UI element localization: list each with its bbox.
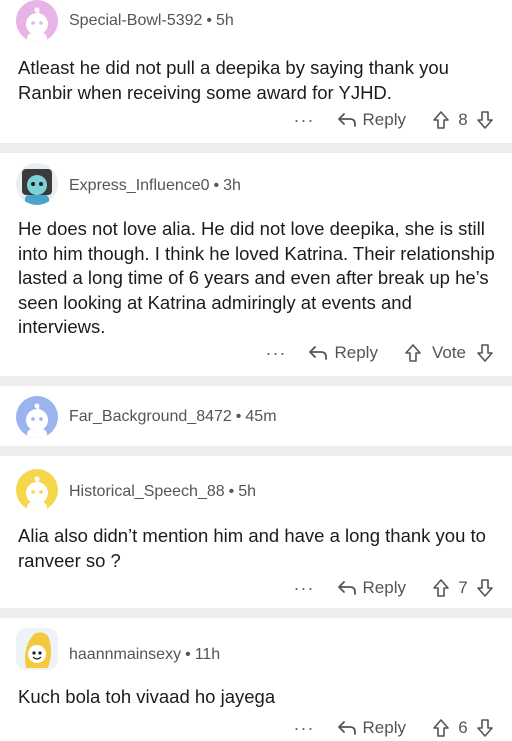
comment-actions: ··· Reply 6 xyxy=(294,715,494,741)
vote-controls: 8 xyxy=(432,110,494,130)
timestamp: 5h xyxy=(238,483,257,500)
downvote-icon[interactable] xyxy=(476,110,494,130)
comment-actions: ··· Reply 8 xyxy=(294,107,494,133)
comment-separator xyxy=(0,608,512,618)
username[interactable]: Historical_Speech_88 xyxy=(69,483,225,500)
vote-controls: 6 xyxy=(432,718,494,738)
timestamp: 5h xyxy=(216,12,234,29)
vote-count: 7 xyxy=(458,578,468,597)
comment-actions: ··· Reply Vote xyxy=(266,340,495,366)
vote-label: Vote xyxy=(431,343,466,362)
downvote-icon[interactable] xyxy=(476,718,494,738)
reply-label: Reply xyxy=(362,718,406,737)
upvote-icon[interactable] xyxy=(432,718,450,738)
comment: Express_Influence0 • 3h He does not love a… xyxy=(0,153,512,376)
reply-button[interactable]: Reply xyxy=(337,718,406,738)
reply-label: Reply xyxy=(362,578,406,597)
comment-separator xyxy=(0,143,512,153)
comment-body: Atleast he did not pull a deepika by say… xyxy=(18,57,449,103)
vote-count: 8 xyxy=(458,110,468,129)
comment-meta: Express_Influence0 • 3h xyxy=(69,177,241,194)
snoo-icon xyxy=(26,403,48,438)
vote-controls: Vote xyxy=(404,343,494,363)
avatar[interactable] xyxy=(16,0,58,42)
reply-icon xyxy=(337,581,356,595)
custom-snoo-icon xyxy=(22,169,52,205)
reply-label: Reply xyxy=(362,110,406,129)
comment: Special-Bowl-5392 • 5h Atleast he did not … xyxy=(0,0,512,143)
banana-snoo-icon xyxy=(25,632,51,668)
username[interactable]: Express_Influence0 xyxy=(69,177,210,194)
timestamp: 45m xyxy=(245,408,277,425)
username[interactable]: Special-Bowl-5392 xyxy=(69,12,202,29)
comment: haannmainsexy • 11h Kuch bola toh vivaad h… xyxy=(0,618,512,741)
upvote-icon[interactable] xyxy=(432,578,450,598)
more-options-icon[interactable]: ··· xyxy=(294,110,315,131)
reply-icon xyxy=(337,721,356,735)
comment-meta: haannmainsexy • 11h xyxy=(69,646,221,663)
more-options-icon[interactable]: ··· xyxy=(294,578,315,599)
reply-icon xyxy=(309,346,328,360)
downvote-icon[interactable] xyxy=(476,343,494,363)
comment-body: Alia also didn’t mention him and have a … xyxy=(18,525,486,571)
reply-icon xyxy=(337,113,356,127)
reply-label: Reply xyxy=(334,343,378,362)
avatar[interactable] xyxy=(16,396,58,438)
username[interactable]: haannmainsexy xyxy=(69,646,181,663)
vote-count: 6 xyxy=(458,718,468,737)
snoo-icon xyxy=(26,476,48,511)
more-options-icon[interactable]: ··· xyxy=(266,343,287,364)
timestamp: 11h xyxy=(194,646,221,663)
comment-meta: Special-Bowl-5392 • 5h xyxy=(69,12,234,29)
avatar[interactable] xyxy=(16,469,58,511)
avatar[interactable] xyxy=(16,628,58,670)
upvote-icon[interactable] xyxy=(432,110,450,130)
username[interactable]: Far_Background_8472 xyxy=(69,408,232,425)
comment: Historical_Speech_88 • 5h Alia also didn’t… xyxy=(0,456,512,608)
avatar[interactable] xyxy=(16,163,58,205)
reply-button[interactable]: Reply xyxy=(337,110,406,130)
collapsed-comment[interactable]: Far_Background_8472 • 45m xyxy=(0,386,512,446)
comment-body: Kuch bola toh vivaad ho jayega xyxy=(18,686,276,707)
comment-meta: Historical_Speech_88 • 5h xyxy=(69,483,257,500)
comment-actions: ··· Reply 7 xyxy=(294,575,494,601)
comment-separator xyxy=(0,446,512,456)
downvote-icon[interactable] xyxy=(476,578,494,598)
vote-controls: 7 xyxy=(432,578,494,598)
snoo-icon xyxy=(26,7,48,42)
more-options-icon[interactable]: ··· xyxy=(294,718,315,739)
reply-button[interactable]: Reply xyxy=(308,343,378,363)
comment-body: He does not love alia. He did not love d… xyxy=(18,218,495,337)
timestamp: 3h xyxy=(223,177,241,194)
upvote-icon[interactable] xyxy=(404,343,422,363)
comment-separator xyxy=(0,376,512,386)
reply-button[interactable]: Reply xyxy=(337,578,406,598)
comment-meta: Far_Background_8472 • 45m xyxy=(69,408,277,425)
